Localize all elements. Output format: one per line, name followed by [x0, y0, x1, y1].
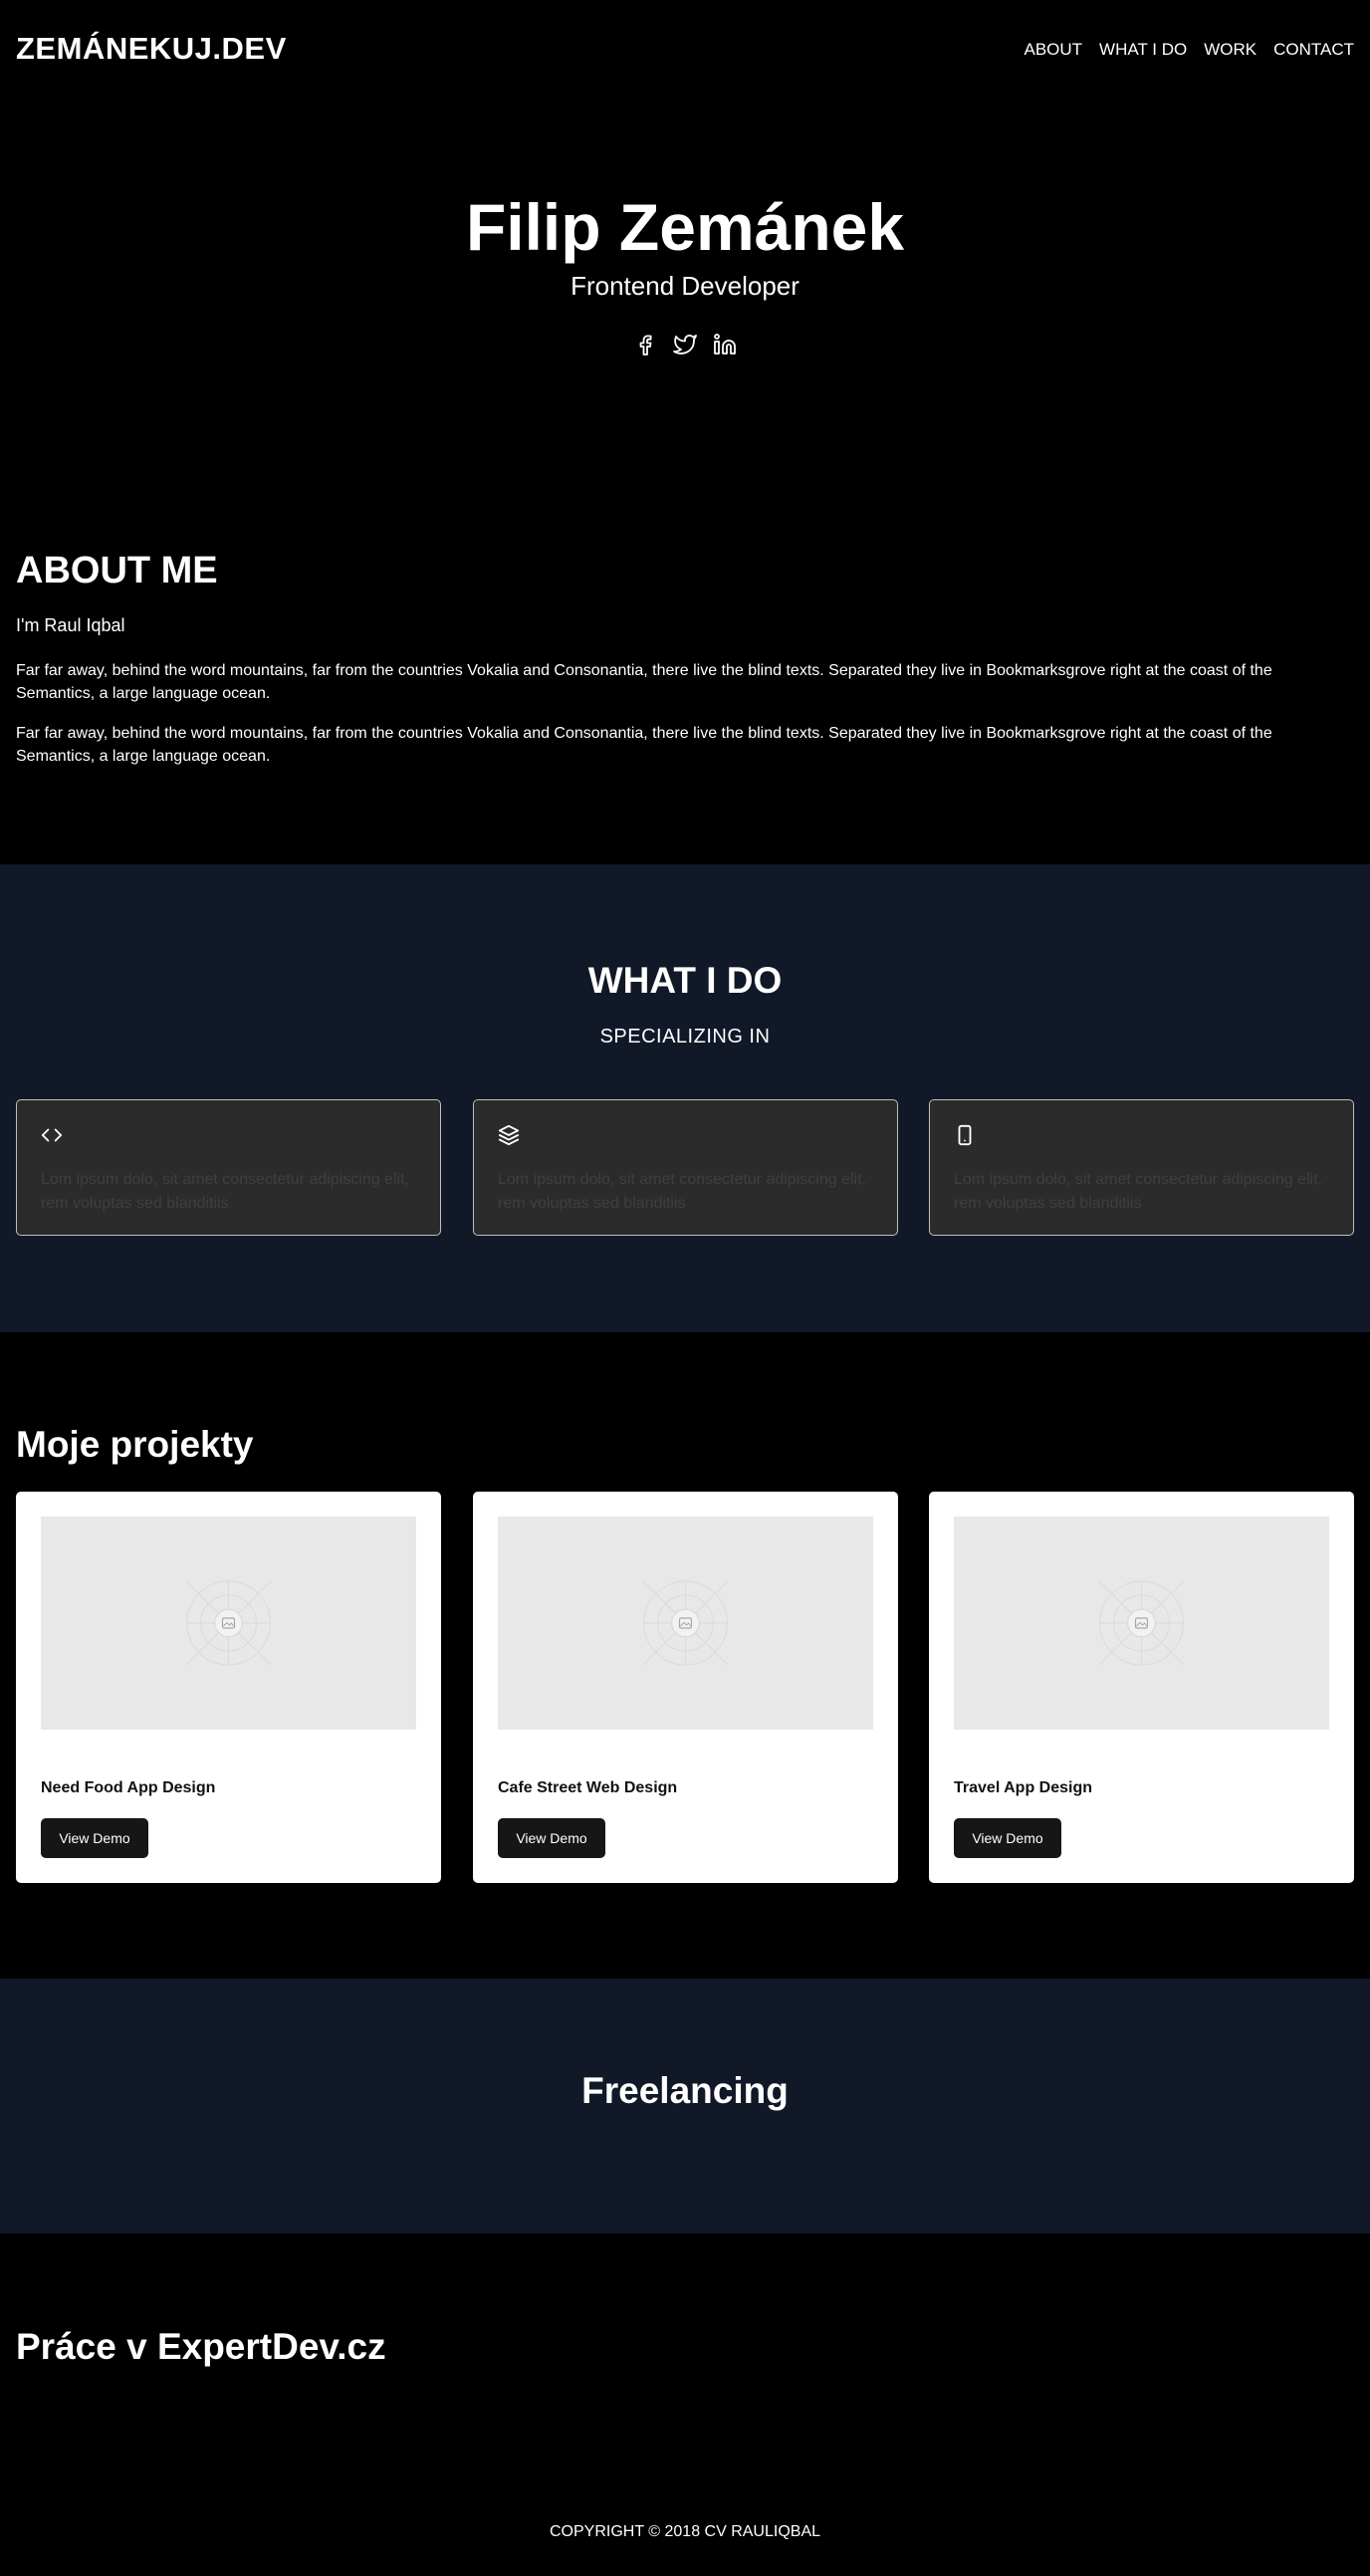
view-demo-button[interactable]: View Demo — [498, 1818, 605, 1858]
freelancing-title: Freelancing — [581, 2070, 789, 2111]
facebook-icon[interactable] — [633, 333, 657, 356]
nav-link-about[interactable]: ABOUT — [1024, 40, 1082, 60]
project-card: Cafe Street Web Design View Demo — [473, 1492, 898, 1883]
project-image-placeholder — [954, 1517, 1329, 1730]
project-card: Travel App Design View Demo — [929, 1492, 1354, 1883]
hero-role: Frontend Developer — [571, 271, 799, 301]
about-greeting: I'm Raul Iqbal — [16, 615, 125, 635]
projects-title: Moje projekty — [16, 1424, 254, 1465]
code-icon — [41, 1124, 63, 1146]
nav-link-what-i-do[interactable]: WHAT I DO — [1099, 40, 1187, 60]
about-title: ABOUT ME — [16, 550, 218, 591]
about-paragraph: Far far away, behind the word mountains,… — [16, 725, 1272, 765]
freelancing-section: Freelancing — [0, 1979, 1370, 2233]
project-card: Need Food App Design View Demo — [16, 1492, 441, 1883]
main-nav: ABOUT WHAT I DO WORK CONTACT — [1024, 40, 1354, 60]
footer-copyright: COPYRIGHT © 2018 CV RAULIQBAL — [549, 2523, 821, 2540]
site-header: ZEMÁNEKUJ.DEV ABOUT WHAT I DO WORK CONTA… — [0, 0, 1370, 100]
what-i-do-section: WHAT I DO SPECIALIZING IN Lom ipsum dolo… — [0, 864, 1370, 1332]
image-icon — [185, 1580, 272, 1666]
project-name: Need Food App Design — [41, 1779, 216, 1796]
project-image-placeholder — [41, 1517, 416, 1730]
linkedin-icon[interactable] — [713, 333, 737, 356]
nav-link-contact[interactable]: CONTACT — [1273, 40, 1354, 60]
project-name: Cafe Street Web Design — [498, 1779, 678, 1796]
social-links — [0, 333, 1370, 356]
image-icon — [1098, 1580, 1185, 1666]
what-i-do-title: WHAT I DO — [587, 960, 783, 1001]
project-image-placeholder — [498, 1517, 873, 1730]
hero-name: Filip Zemánek — [465, 190, 905, 264]
service-text: Lom ipsum dolo, sit amet consectetur adi… — [954, 1171, 1322, 1212]
view-demo-button[interactable]: View Demo — [41, 1818, 148, 1858]
service-card: Lom ipsum dolo, sit amet consectetur adi… — [929, 1099, 1354, 1236]
project-name: Travel App Design — [954, 1779, 1092, 1796]
twitter-icon[interactable] — [673, 333, 697, 356]
image-icon — [642, 1580, 729, 1666]
what-i-do-subtitle: SPECIALIZING IN — [599, 1026, 771, 1048]
site-logo[interactable]: ZEMÁNEKUJ.DEV — [16, 31, 287, 67]
service-card: Lom ipsum dolo, sit amet consectetur adi… — [473, 1099, 898, 1236]
service-text: Lom ipsum dolo, sit amet consectetur adi… — [41, 1171, 409, 1212]
about-paragraph: Far far away, behind the word mountains,… — [16, 662, 1272, 702]
layers-icon — [498, 1124, 520, 1146]
mobile-icon — [954, 1124, 976, 1146]
nav-link-work[interactable]: WORK — [1204, 40, 1256, 60]
service-text: Lom ipsum dolo, sit amet consectetur adi… — [498, 1171, 866, 1212]
service-card: Lom ipsum dolo, sit amet consectetur adi… — [16, 1099, 441, 1236]
view-demo-button[interactable]: View Demo — [954, 1818, 1061, 1858]
expertdev-title: Práce v ExpertDev.cz — [16, 2326, 386, 2367]
